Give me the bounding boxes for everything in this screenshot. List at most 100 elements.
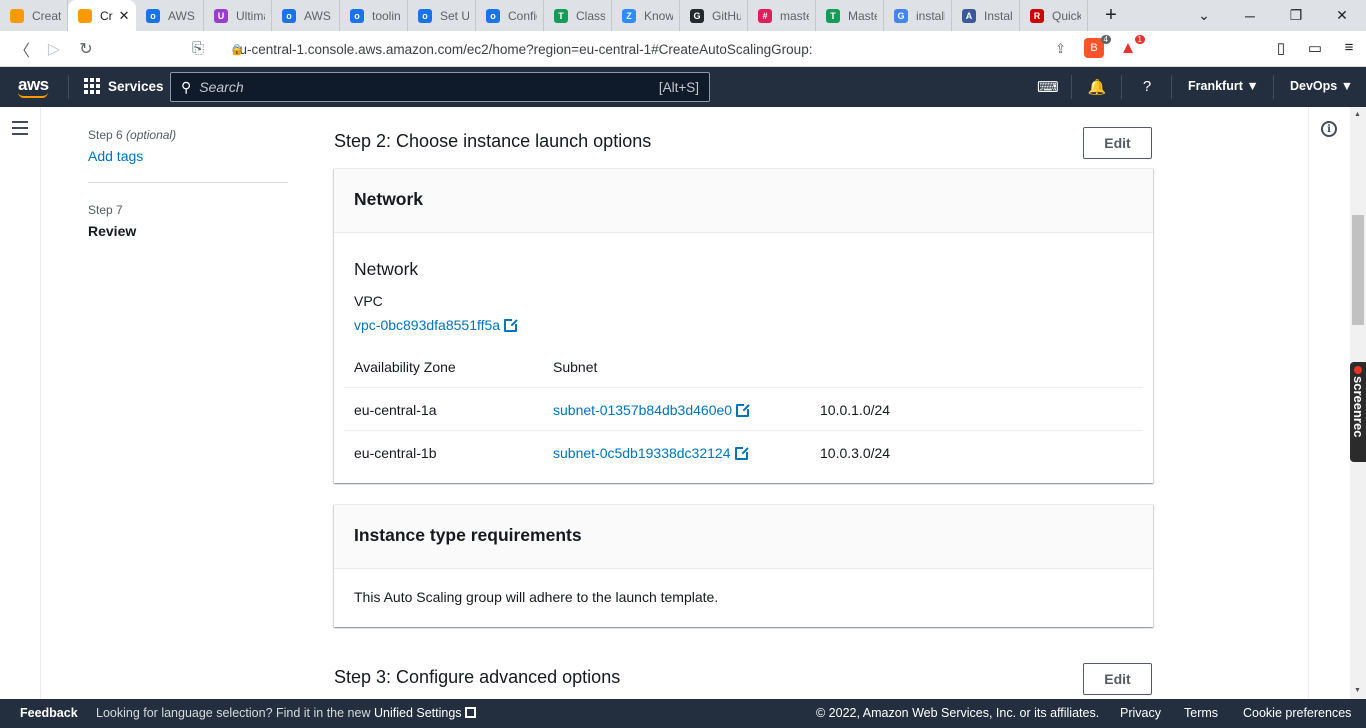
browser-tab[interactable]: R Quick	[1020, 0, 1088, 31]
browser-tab[interactable]: T Maste	[816, 0, 884, 31]
brave-rewards-icon[interactable]: ▲ 1	[1118, 35, 1145, 58]
sidebar-icon[interactable]: ▯	[1272, 39, 1290, 57]
tab-label: AWS S	[168, 8, 197, 23]
az-cell: eu-central-1b	[354, 445, 437, 461]
url-field[interactable]: 🔒 eu-central-1.console.aws.amazon.com/ec…	[186, 35, 1070, 63]
tab-favicon-icon: o	[282, 8, 296, 23]
vpc-link[interactable]: vpc-0bc893dfa8551ff5a	[354, 317, 519, 333]
tab-label: AWS C	[304, 8, 333, 23]
instance-type-card-header: Instance type requirements	[334, 505, 1153, 569]
restore-button[interactable]: ❐	[1273, 7, 1319, 24]
close-tab-icon[interactable]: ✕	[119, 8, 130, 24]
brave-shields-icon[interactable]: B4	[1084, 35, 1111, 58]
search-icon: ⚲	[181, 78, 192, 95]
reload-button[interactable]: ↻	[70, 39, 102, 59]
subnet-link[interactable]: subnet-01357b84db3d460e0	[553, 402, 751, 418]
browser-tab[interactable]: U Ultima	[204, 0, 272, 31]
vpc-label: VPC	[354, 293, 383, 309]
lock-icon[interactable]: 🔒	[230, 43, 244, 56]
wallet-icon[interactable]: ▭	[1306, 39, 1324, 57]
window-controls: ⌄ ─ ❐ ✕	[1181, 0, 1365, 31]
tab-favicon-icon: A	[962, 8, 976, 23]
tab-favicon-icon: Z	[622, 8, 636, 23]
network-card: Network Network VPC vpc-0bc893dfa8551ff5…	[334, 168, 1153, 483]
share-icon[interactable]: ⇪	[1055, 41, 1066, 57]
tab-search-icon[interactable]: ⌄	[1181, 7, 1227, 24]
search-input[interactable]: ⚲ Search [Alt+S]	[170, 72, 710, 102]
wizard-step-7: Step 7 Review	[88, 203, 137, 239]
record-dot-icon	[1354, 366, 1362, 374]
browser-tab[interactable]: Ginstall	[884, 0, 952, 31]
terms-link[interactable]: Terms	[1184, 706, 1218, 720]
tab-label: Cr	[100, 8, 113, 23]
browser-tab[interactable]: # maste	[748, 0, 816, 31]
address-bar-row: 〈 ▷ ↻ ⎘ 🔒 eu-central-1.console.aws.amazo…	[0, 31, 1366, 67]
external-link-icon	[734, 446, 749, 460]
cookie-preferences-link[interactable]: Cookie preferences	[1243, 706, 1351, 720]
tab-label: install	[916, 8, 945, 23]
browser-tab[interactable]: Z Know	[612, 0, 680, 31]
scroll-down-icon[interactable]: ▼	[1354, 687, 1361, 694]
info-icon[interactable]: i	[1321, 121, 1337, 137]
step3-edit-button[interactable]: Edit	[1083, 663, 1152, 695]
wizard-divider	[88, 182, 288, 183]
network-card-header: Network	[334, 169, 1153, 233]
step-link-add-tags[interactable]: Add tags	[88, 148, 176, 164]
hamburger-menu-icon[interactable]	[12, 121, 28, 139]
browser-tab[interactable]: o Set Up	[408, 0, 476, 31]
minimize-button[interactable]: ─	[1227, 8, 1273, 24]
account-menu[interactable]: DevOps ▼	[1290, 79, 1353, 93]
browser-tab[interactable]: A Install	[952, 0, 1020, 31]
browser-toolbar-icons: ▯ ▭ ≡	[1272, 39, 1358, 57]
browser-tab[interactable]: o AWS C	[272, 0, 340, 31]
screenrec-widget[interactable]: screenrec	[1350, 362, 1366, 462]
cidr-cell: 10.0.1.0/24	[820, 402, 891, 418]
menu-icon[interactable]: ≡	[1340, 39, 1358, 57]
notifications-bell-icon[interactable]: 🔔	[1087, 78, 1107, 96]
feedback-link[interactable]: Feedback	[20, 706, 78, 720]
forward-button[interactable]: ▷	[38, 39, 70, 59]
tab-favicon-icon: U	[214, 8, 228, 23]
instance-type-card: Instance type requirements This Auto Sca…	[334, 504, 1153, 627]
step2-edit-button[interactable]: Edit	[1083, 127, 1152, 159]
tab-label: Create	[32, 8, 61, 23]
wizard-step-6: Step 6 (optional) Add tags	[88, 128, 177, 164]
browser-tab[interactable]: Create	[0, 0, 68, 31]
scroll-up-icon[interactable]: ▲	[1354, 111, 1361, 118]
cloudshell-icon[interactable]: ⌨	[1037, 78, 1059, 96]
scrollbar-thumb[interactable]	[1352, 215, 1364, 325]
tab-favicon-icon: o	[350, 8, 364, 23]
unified-settings-link[interactable]: Unified Settings	[374, 706, 462, 720]
back-button[interactable]: 〈	[6, 37, 38, 61]
language-notice: Looking for language selection? Find it …	[96, 706, 476, 720]
step2-heading: Step 2: Choose instance launch options	[334, 131, 652, 151]
browser-tab[interactable]: o AWS S	[136, 0, 204, 31]
browser-tab[interactable]: Cr ✕	[68, 0, 136, 31]
new-tab-button[interactable]: +	[1096, 4, 1126, 27]
subnet-link[interactable]: subnet-0c5db19338dc32124	[553, 445, 749, 461]
browser-tab[interactable]: o Config	[476, 0, 544, 31]
help-icon[interactable]: ?	[1137, 78, 1157, 95]
step3-heading: Step 3: Configure advanced options	[334, 667, 621, 687]
tab-list: CreateCr✕oAWS SUUltimaoAWS CotoolinoSet …	[0, 0, 1088, 31]
tab-label: Maste	[848, 8, 877, 23]
external-link-icon	[736, 403, 751, 417]
close-window-button[interactable]: ✕	[1319, 7, 1365, 24]
table-divider	[344, 387, 1143, 388]
tab-favicon-icon: o	[418, 8, 432, 23]
tab-favicon-icon: T	[554, 8, 568, 23]
external-link-icon	[504, 318, 519, 332]
tab-label: Config	[508, 8, 537, 23]
browser-tab[interactable]: o toolin	[340, 0, 408, 31]
side-nav-rail	[0, 107, 41, 699]
step-current-review: Review	[88, 223, 137, 239]
region-selector[interactable]: Frankfurt ▼	[1188, 79, 1259, 93]
aws-logo[interactable]: aws	[18, 75, 49, 98]
column-header-az: Availability Zone	[354, 359, 456, 375]
privacy-link[interactable]: Privacy	[1120, 706, 1161, 720]
browser-tab[interactable]: G GitHu	[680, 0, 748, 31]
services-menu-button[interactable]: Services	[84, 78, 164, 94]
tab-label: Ultima	[236, 8, 265, 23]
tab-label: GitHu	[712, 8, 741, 23]
browser-tab[interactable]: T Class	[544, 0, 612, 31]
